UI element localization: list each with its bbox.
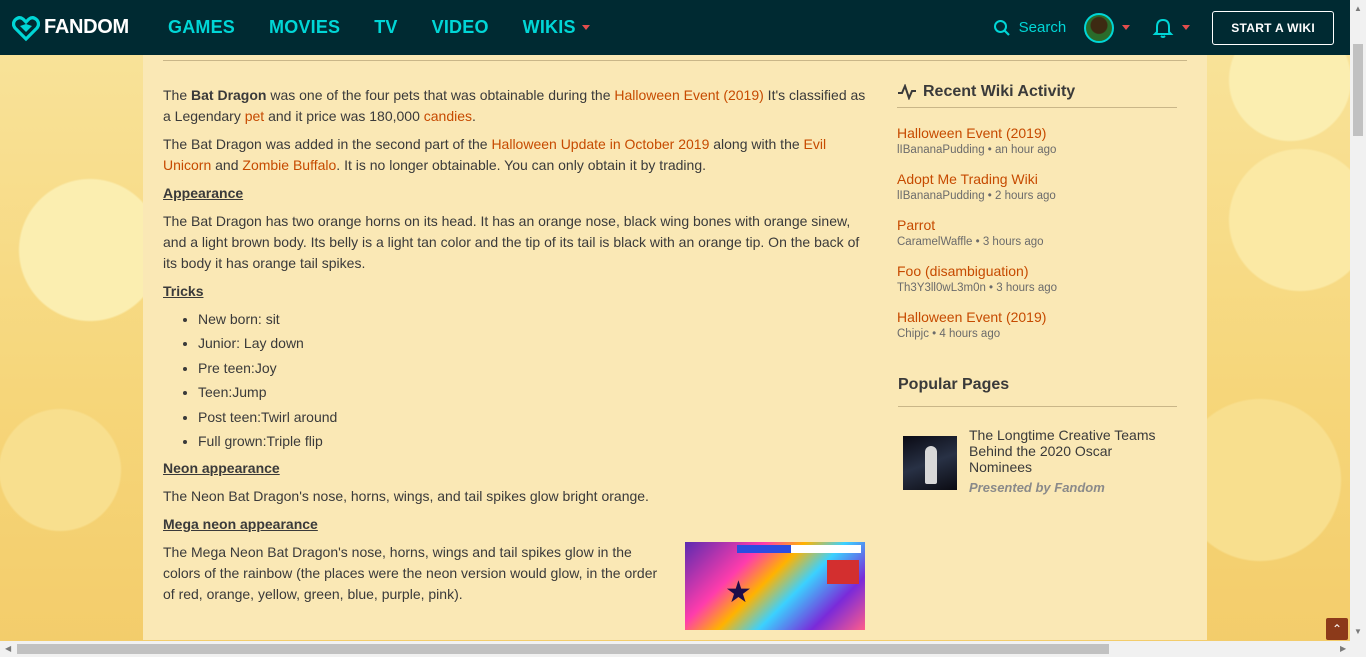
search-button[interactable]: Search bbox=[993, 19, 1067, 37]
list-item: Post teen:Twirl around bbox=[198, 407, 868, 428]
start-a-wiki-button[interactable]: START A WIKI bbox=[1212, 10, 1334, 45]
list-item: Teen:Jump bbox=[198, 382, 868, 403]
scroll-left-icon[interactable]: ◀ bbox=[5, 644, 11, 653]
scrollbar-thumb[interactable] bbox=[17, 644, 1109, 654]
scrollbar-thumb[interactable] bbox=[1353, 44, 1363, 136]
bell-icon bbox=[1152, 18, 1174, 38]
neon-text: The Neon Bat Dragon's nose, horns, wings… bbox=[163, 488, 649, 504]
popular-page-title: The Longtime Creative Teams Behind the 2… bbox=[969, 427, 1156, 475]
list-item: Junior: Lay down bbox=[198, 333, 868, 354]
article-subject: Bat Dragon bbox=[191, 87, 267, 103]
user-menu[interactable] bbox=[1084, 12, 1131, 43]
tricks-list: New born: sit Junior: Lay down Pre teen:… bbox=[198, 309, 868, 452]
nav-wikis-label: WIKIS bbox=[522, 17, 576, 37]
logo-text: FANDOM bbox=[44, 16, 129, 38]
nav-wikis[interactable]: WIKIS bbox=[523, 17, 590, 38]
activity-meta: Chipjc • 4 hours ago bbox=[897, 328, 1001, 340]
activity-item: Halloween Event (2019) lIBananaPudding •… bbox=[897, 124, 1177, 158]
popular-pages-heading: Popular Pages bbox=[898, 376, 1177, 407]
chevron-down-icon bbox=[1182, 25, 1191, 30]
link-zombie-buffalo[interactable]: Zombie Buffalo bbox=[242, 157, 336, 173]
mega-neon-heading: Mega neon appearance bbox=[163, 516, 318, 532]
link-halloween-event[interactable]: Halloween Event (2019) bbox=[614, 87, 763, 103]
activity-item: Parrot CaramelWaffle • 3 hours ago bbox=[897, 216, 1177, 250]
nav-tv[interactable]: TV bbox=[374, 17, 397, 38]
main-nav: GAMES MOVIES TV VIDEO WIKIS bbox=[168, 17, 624, 38]
star-icon: ★ bbox=[725, 576, 752, 609]
nav-movies[interactable]: MOVIES bbox=[269, 17, 340, 38]
scroll-right-icon[interactable]: ▶ bbox=[1340, 644, 1346, 653]
nav-video[interactable]: VIDEO bbox=[432, 17, 489, 38]
scroll-up-icon[interactable]: ▲ bbox=[1354, 4, 1362, 13]
list-item: Full grown:Triple flip bbox=[198, 431, 868, 452]
activity-item: Adopt Me Trading Wiki lIBananaPudding • … bbox=[897, 170, 1177, 204]
recent-activity-title: Recent Wiki Activity bbox=[923, 83, 1076, 100]
popular-page-text: The Longtime Creative Teams Behind the 2… bbox=[969, 427, 1169, 495]
activity-link[interactable]: Halloween Event (2019) bbox=[897, 308, 1177, 326]
popular-page-sponsor: Presented by Fandom bbox=[969, 480, 1105, 495]
activity-icon bbox=[898, 84, 916, 100]
activity-link[interactable]: Foo (disambiguation) bbox=[897, 262, 1177, 280]
game-hud bbox=[791, 545, 861, 553]
recent-activity-heading: Recent Wiki Activity bbox=[897, 83, 1177, 108]
horizontal-scrollbar[interactable]: ◀ ▶ bbox=[0, 641, 1366, 657]
nav-right: Search START A WIKI bbox=[993, 10, 1334, 45]
top-navigation: FANDOM GAMES MOVIES TV VIDEO WIKIS Searc… bbox=[0, 0, 1350, 55]
text: and it price was 180,000 bbox=[264, 108, 424, 124]
list-item: New born: sit bbox=[198, 309, 868, 330]
activity-item: Foo (disambiguation) Th3Y3ll0wL3m0n • 3 … bbox=[897, 262, 1177, 296]
activity-item: Halloween Event (2019) Chipjc • 4 hours … bbox=[897, 308, 1177, 342]
text: The bbox=[163, 87, 192, 103]
list-item: Pre teen:Joy bbox=[198, 358, 868, 379]
chevron-up-icon: ⌃ bbox=[1331, 622, 1343, 636]
nav-games[interactable]: GAMES bbox=[168, 17, 235, 38]
link-pet[interactable]: pet bbox=[245, 108, 264, 124]
mega-neon-screenshot[interactable]: ★ bbox=[685, 542, 865, 630]
right-rail: Recent Wiki Activity Halloween Event (20… bbox=[897, 83, 1177, 495]
activity-meta: CaramelWaffle • 3 hours ago bbox=[897, 236, 1044, 248]
chevron-down-icon bbox=[1122, 25, 1131, 30]
search-label: Search bbox=[1018, 19, 1067, 36]
tricks-heading: Tricks bbox=[163, 283, 204, 299]
text: . It is no longer obtainable. You can on… bbox=[336, 157, 706, 173]
popular-page-thumbnail bbox=[903, 436, 957, 490]
neon-heading: Neon appearance bbox=[163, 460, 280, 476]
notifications-button[interactable] bbox=[1152, 17, 1191, 39]
game-buttons bbox=[827, 560, 859, 584]
text: and bbox=[211, 157, 243, 173]
popular-page-item[interactable]: The Longtime Creative Teams Behind the 2… bbox=[897, 427, 1177, 495]
intro-paragraph: The Bat Dragon was one of the four pets … bbox=[163, 85, 868, 127]
search-icon bbox=[993, 19, 1010, 36]
back-to-top-button[interactable]: ⌃ bbox=[1326, 618, 1348, 640]
activity-link[interactable]: Halloween Event (2019) bbox=[897, 124, 1177, 142]
text: . bbox=[472, 108, 476, 124]
appearance-text: The Bat Dragon has two orange horns on i… bbox=[163, 213, 860, 271]
vertical-scrollbar[interactable]: ▲ ▼ bbox=[1350, 0, 1366, 641]
fandom-logo[interactable]: FANDOM bbox=[12, 14, 142, 42]
article-body: The Bat Dragon was one of the four pets … bbox=[163, 85, 868, 630]
fandom-heart-icon bbox=[12, 15, 40, 41]
text: The Bat Dragon was added in the second p… bbox=[163, 136, 492, 152]
activity-meta: lIBananaPudding • an hour ago bbox=[897, 144, 1057, 156]
link-halloween-update[interactable]: Halloween Update in October 2019 bbox=[491, 136, 709, 152]
text: along with the bbox=[709, 136, 804, 152]
activity-link[interactable]: Adopt Me Trading Wiki bbox=[897, 170, 1177, 188]
link-candies[interactable]: candies bbox=[424, 108, 472, 124]
mega-neon-section: The Mega Neon Bat Dragon's nose, horns, … bbox=[163, 542, 868, 630]
scroll-down-icon[interactable]: ▼ bbox=[1354, 627, 1362, 636]
chevron-down-icon bbox=[581, 25, 590, 30]
mega-neon-text: The Mega Neon Bat Dragon's nose, horns, … bbox=[163, 544, 658, 602]
divider bbox=[163, 60, 1187, 61]
activity-link[interactable]: Parrot bbox=[897, 216, 1177, 234]
activity-meta: lIBananaPudding • 2 hours ago bbox=[897, 190, 1056, 202]
activity-meta: Th3Y3ll0wL3m0n • 3 hours ago bbox=[897, 282, 1058, 294]
appearance-heading: Appearance bbox=[163, 185, 244, 201]
text: was one of the four pets that was obtain… bbox=[266, 87, 615, 103]
page-content: The Bat Dragon was one of the four pets … bbox=[143, 55, 1207, 640]
added-paragraph: The Bat Dragon was added in the second p… bbox=[163, 134, 868, 176]
avatar bbox=[1084, 12, 1115, 43]
